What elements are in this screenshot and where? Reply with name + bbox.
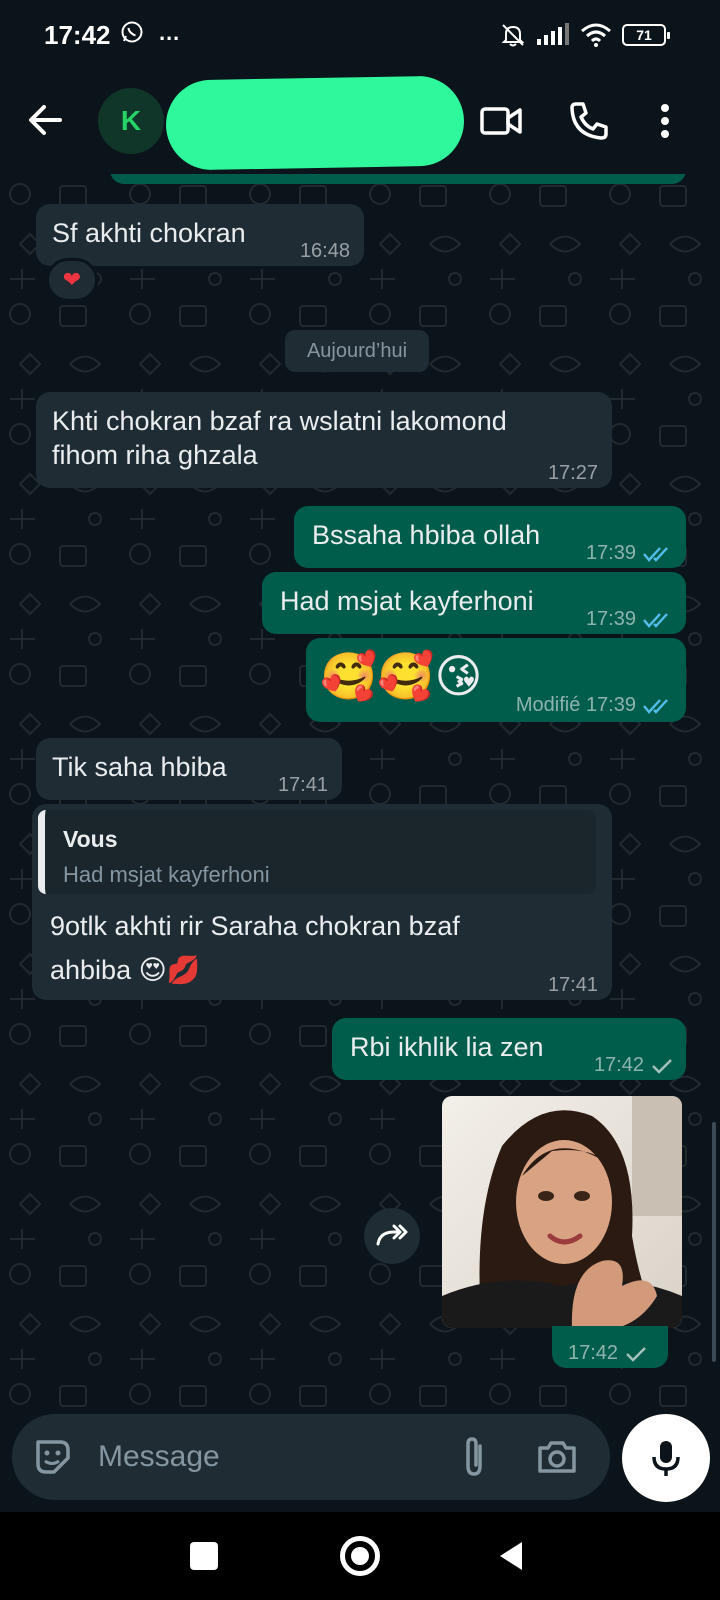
sticker-emoji-icon[interactable]: [30, 1434, 76, 1480]
status-right: 71: [500, 22, 670, 48]
outgoing-message[interactable]: 🥰🥰😘 Modifié 17:39: [306, 638, 686, 722]
message-time: 17:27: [547, 462, 598, 484]
quote-text: Had msjat kayferhoni: [63, 862, 270, 887]
more-notifications-icon: …: [158, 20, 181, 45]
message-text: Bssaha hbiba ollah: [312, 520, 541, 550]
outgoing-message[interactable]: Had msjat kayferhoni 17:39: [262, 572, 686, 634]
recents-button[interactable]: [190, 1542, 218, 1570]
quoted-message[interactable]: Vous Had msjat kayferhoni: [38, 810, 596, 894]
edited-label: Modifié: [515, 694, 581, 716]
forward-icon: [376, 1224, 408, 1246]
status-notification-icons: …: [120, 20, 180, 46]
contact-name-redaction[interactable]: [165, 75, 465, 171]
double-check-icon: [643, 546, 668, 562]
wifi-icon: [581, 23, 611, 47]
more-options-icon[interactable]: [642, 98, 688, 144]
back-triangle-icon[interactable]: [496, 1540, 526, 1572]
photo-time-badge: 17:42: [552, 1326, 668, 1368]
system-navigation-bar: [0, 1512, 720, 1600]
battery-icon: 71: [622, 24, 670, 46]
message-time: 17:42: [594, 1048, 674, 1082]
double-check-icon: [643, 698, 668, 714]
message-list[interactable]: 16:48 Sf akhti chokran 16:48 ❤ Aujourd’h…: [0, 174, 720, 1408]
chat-header: K: [0, 70, 720, 174]
message-text: Tik saha hbiba: [52, 752, 227, 782]
message-time: 17:41: [547, 974, 598, 996]
message-text: Had msjat kayferhoni: [280, 586, 534, 616]
previous-message-time: 16:48: [596, 174, 646, 184]
phone-call-icon[interactable]: [566, 98, 612, 144]
composer: [0, 1408, 720, 1512]
whatsapp-icon: [121, 21, 143, 43]
message-text: Sf akhti chokran: [52, 218, 246, 248]
voice-message-button[interactable]: [622, 1414, 710, 1502]
microphone-icon: [652, 1441, 680, 1476]
message-time: Modifié 17:39: [516, 688, 674, 722]
incoming-message[interactable]: Khti chokran bzaf ra wslatni lakomond fi…: [36, 392, 612, 488]
single-check-icon: [626, 1346, 646, 1362]
quote-author: Vous: [63, 826, 118, 852]
double-check-icon: [643, 612, 668, 628]
photo-message[interactable]: [442, 1096, 682, 1328]
incoming-message[interactable]: Sf akhti chokran 16:48: [36, 204, 364, 266]
heart-reaction[interactable]: ❤: [46, 258, 98, 302]
signal-icon: [537, 23, 569, 45]
contact-avatar[interactable]: K: [98, 88, 164, 154]
photo-image: [442, 1096, 682, 1328]
message-input[interactable]: [98, 1414, 438, 1500]
outgoing-message[interactable]: Bssaha hbiba ollah 17:39: [294, 506, 686, 568]
outgoing-message[interactable]: Rbi ikhlik lia zen 17:42: [332, 1018, 686, 1080]
message-text: 9otlk akhti rir Saraha chokran bzaf ahbi…: [50, 911, 460, 985]
message-input-container: [12, 1414, 610, 1500]
bell-off-icon: [501, 24, 525, 47]
incoming-message[interactable]: Tik saha hbiba 17:41: [36, 738, 342, 800]
status-time: 17:42: [44, 20, 111, 50]
message-time: 16:48: [299, 240, 350, 262]
scrollbar[interactable]: [712, 1122, 716, 1362]
emoji-text: 🥰🥰😘: [320, 650, 483, 702]
message-time: 17:39: [586, 602, 674, 636]
previous-message-bubble[interactable]: 16:48: [110, 174, 686, 184]
incoming-reply-message[interactable]: Vous Had msjat kayferhoni 9otlk akhti ri…: [32, 804, 612, 1000]
message-time: 17:41: [277, 774, 328, 796]
message-text: Khti chokran bzaf ra wslatni lakomond fi…: [52, 406, 507, 470]
date-separator: Aujourd’hui: [285, 330, 429, 372]
single-check-icon: [652, 1058, 672, 1074]
message-time: 17:39: [586, 536, 674, 570]
video-call-icon[interactable]: [478, 98, 524, 144]
attach-icon[interactable]: [452, 1434, 498, 1480]
status-bar: 17:42 … 71: [0, 0, 720, 70]
home-button[interactable]: [340, 1536, 380, 1576]
message-text: Rbi ikhlik lia zen: [350, 1032, 544, 1062]
camera-icon[interactable]: [534, 1434, 580, 1480]
forward-button[interactable]: [364, 1208, 420, 1264]
back-arrow-icon[interactable]: [24, 98, 68, 142]
